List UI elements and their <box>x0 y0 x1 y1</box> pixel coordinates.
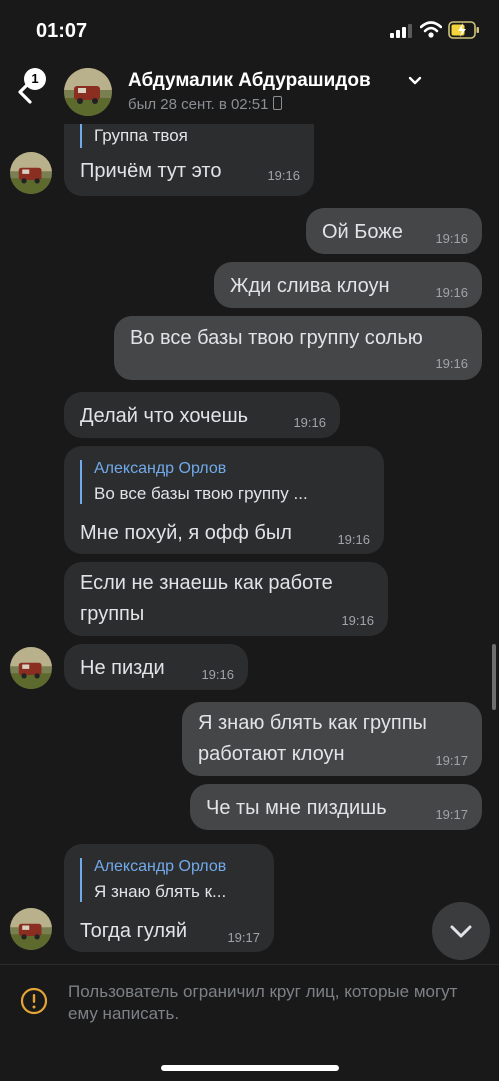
message-time: 19:17 <box>435 753 468 768</box>
reply-text: Я знаю блять к... <box>94 882 227 901</box>
cellular-signal-icon <box>390 24 412 38</box>
message-time: 19:16 <box>435 231 468 246</box>
message-time: 19:17 <box>435 807 468 822</box>
avatar[interactable] <box>64 68 112 116</box>
message-list[interactable]: Группа твоя Причём тут это 19:16 Ой Боже… <box>0 124 499 964</box>
avatar[interactable] <box>10 647 52 689</box>
message-text: Тогда гуляй <box>80 920 188 942</box>
message-text: Жди слива клоун <box>230 275 390 297</box>
message-time: 19:16 <box>435 285 468 300</box>
message-text: Че ты мне пиздишь <box>206 797 387 819</box>
message-bubble[interactable]: Александр Орлов Я знаю блять к... Тогда … <box>64 844 274 952</box>
message-bubble[interactable]: Во все базы твою группу солью 19:16 <box>114 316 482 380</box>
message-time: 19:17 <box>227 930 260 945</box>
reply-quote: Группа твоя <box>80 124 188 148</box>
chevron-down-icon <box>450 925 472 938</box>
avatar[interactable] <box>10 152 52 194</box>
message-text-line-1: Я знаю блять как группы <box>198 712 427 734</box>
message-text-line-2: группы <box>80 603 145 625</box>
scrollbar[interactable] <box>492 644 496 710</box>
message-time: 19:16 <box>293 415 326 430</box>
contact-name[interactable]: Абдумалик Абдурашидов <box>128 70 371 92</box>
last-seen: был 28 сент. в 02:51 <box>128 96 282 113</box>
message-time: 19:16 <box>341 613 374 628</box>
message-time: 19:16 <box>337 532 370 547</box>
mobile-phone-icon <box>272 96 282 110</box>
restriction-notice: Пользователь ограничил круг лиц, которые… <box>0 964 499 1081</box>
home-indicator[interactable] <box>161 1065 339 1071</box>
message-bubble[interactable]: Александр Орлов Во все базы твою группу … <box>64 446 384 554</box>
unread-badge: 1 <box>24 68 46 90</box>
message-text: Делай что хочешь <box>80 405 249 427</box>
message-bubble[interactable]: Делай что хочешь 19:16 <box>64 392 340 438</box>
message-text-line-1: Если не знаешь как работе <box>80 572 333 594</box>
reply-quote[interactable]: Александр Орлов Я знаю блять к... <box>80 858 226 902</box>
message-bubble[interactable]: Если не знаешь как работе группы 19:16 <box>64 562 388 636</box>
reply-author: Александр Орлов <box>94 460 227 477</box>
notice-text: Пользователь ограничил круг лиц, которые… <box>68 982 458 1023</box>
chat-header: 1 Абдумалик Абдурашидов был 28 сент. в 0… <box>0 58 499 124</box>
message-bubble[interactable]: Я знаю блять как группы работают клоун 1… <box>182 702 482 776</box>
exclamation-circle-icon <box>20 987 48 1015</box>
message-time: 19:16 <box>201 667 234 682</box>
chevron-down-icon[interactable] <box>408 76 422 86</box>
last-seen-text: был 28 сент. в 02:51 <box>128 96 269 113</box>
message-bubble[interactable]: Че ты мне пиздишь 19:17 <box>190 784 482 830</box>
avatar[interactable] <box>10 908 52 950</box>
message-text: Ой Боже <box>322 221 403 243</box>
message-text: Причём тут это <box>80 160 222 182</box>
message-text: Не пизди <box>80 657 165 679</box>
message-text: Мне похуй, я офф был <box>80 522 292 544</box>
message-bubble[interactable]: Ой Боже 19:16 <box>306 208 482 254</box>
reply-text: Во все базы твою группу ... <box>94 484 308 503</box>
status-time: 01:07 <box>36 20 88 42</box>
reply-author: Александр Орлов <box>94 858 227 875</box>
wifi-icon <box>420 21 442 38</box>
message-text-line-2: работают клоун <box>198 743 345 765</box>
message-text: Во все базы твою группу солью <box>130 327 423 349</box>
reply-quote[interactable]: Александр Орлов Во все базы твою группу … <box>80 460 308 504</box>
battery-charging-icon <box>448 21 479 39</box>
message-bubble[interactable]: Жди слива клоун 19:16 <box>214 262 482 308</box>
message-time: 19:16 <box>267 168 300 183</box>
scroll-down-button[interactable] <box>432 902 490 960</box>
message-time: 19:16 <box>435 356 468 371</box>
message-bubble[interactable]: Не пизди 19:16 <box>64 644 248 690</box>
message-bubble[interactable]: Группа твоя Причём тут это 19:16 <box>64 124 314 196</box>
status-bar: 01:07 <box>0 0 499 58</box>
